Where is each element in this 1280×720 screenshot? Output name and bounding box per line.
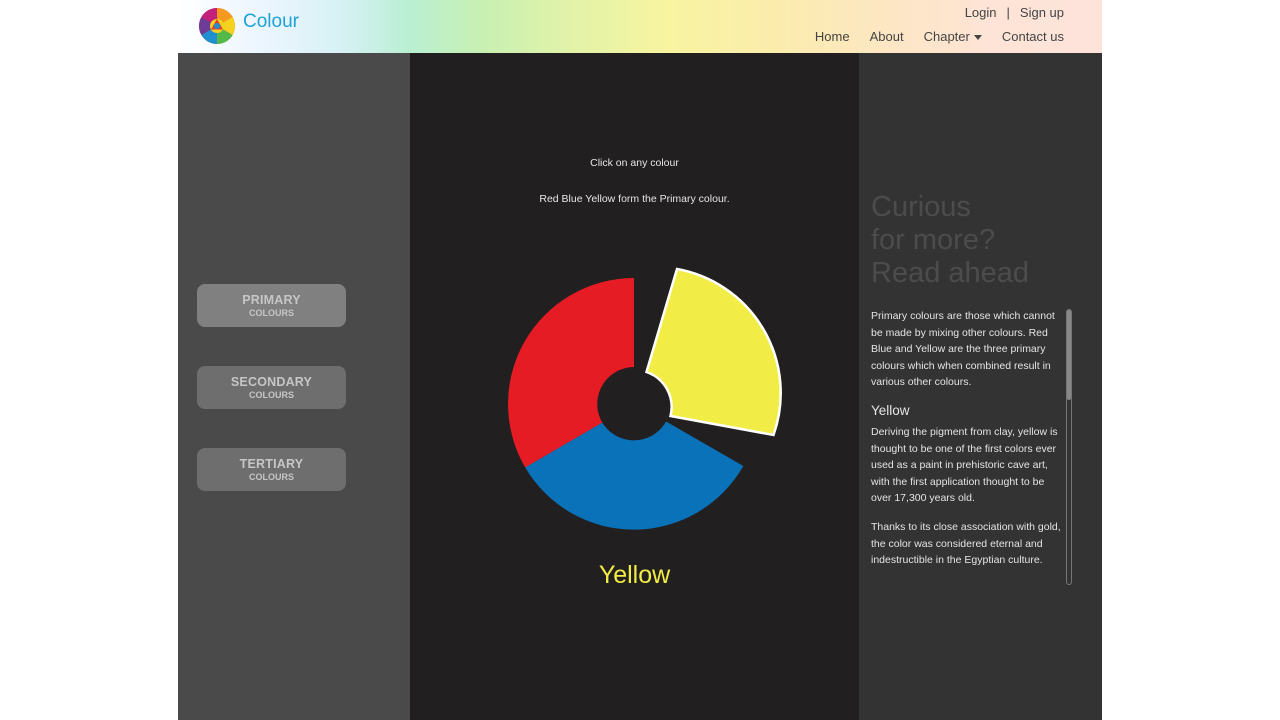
colour-wheel-logo-icon[interactable] <box>198 7 236 45</box>
selected-colour-name: Yellow <box>598 561 671 589</box>
nav-contact-link[interactable]: Contact us <box>1002 29 1064 44</box>
colour-stage: Click on any colour Red Blue Yellow form… <box>410 53 859 720</box>
brand-name[interactable]: Colour <box>243 11 299 33</box>
info-scrollbar[interactable] <box>1066 309 1072 585</box>
button-subtitle: COLOURS <box>249 471 294 482</box>
signup-link[interactable]: Sign up <box>1020 5 1064 20</box>
info-scroll-area[interactable]: Primary colours are those which cannot b… <box>871 308 1061 586</box>
top-header: Colour Login | Sign up Home About Chapte… <box>178 0 1102 53</box>
nav-chapter-dropdown[interactable]: Chapter <box>924 29 982 44</box>
primary-colours-button[interactable]: PRIMARY COLOURS <box>197 284 346 327</box>
main-nav: Home About Chapter Contact us <box>815 29 1064 44</box>
scrollbar-thumb[interactable] <box>1067 310 1071 400</box>
app-window: Colour Login | Sign up Home About Chapte… <box>178 0 1102 720</box>
auth-separator: | <box>1006 5 1010 20</box>
nav-home-link[interactable]: Home <box>815 29 850 44</box>
secondary-colours-button[interactable]: SECONDARY COLOURS <box>197 366 346 409</box>
curious-heading-line: for more? <box>871 224 996 256</box>
info-panel: Curious for more? Read ahead Primary col… <box>859 53 1102 720</box>
info-paragraph: Deriving the pigment from clay, yellow i… <box>871 425 1058 505</box>
category-sidebar: PRIMARY COLOURS SECONDARY COLOURS TERTIA… <box>178 53 410 720</box>
auth-links: Login | Sign up <box>965 5 1064 20</box>
primary-colour-wheel <box>508 267 782 530</box>
button-title: TERTIARY <box>239 456 304 471</box>
button-title: PRIMARY <box>242 292 301 307</box>
nav-chapter-label: Chapter <box>923 29 970 44</box>
button-title: SECONDARY <box>230 374 313 389</box>
curious-heading-line: Curious <box>871 191 971 223</box>
caret-down-icon <box>973 35 982 41</box>
button-subtitle: COLOURS <box>249 389 294 400</box>
intro-paragraph: Primary colours are those which cannot b… <box>871 310 1055 389</box>
login-link[interactable]: Login <box>965 5 997 20</box>
button-subtitle: COLOURS <box>249 307 294 318</box>
yellow-segment[interactable] <box>644 267 782 437</box>
info-paragraph: Thanks to its close association with gol… <box>871 520 1061 567</box>
curious-heading: Curious for more? Read ahead <box>871 191 1029 290</box>
colour-subheading: Yellow <box>871 402 910 418</box>
curious-heading-line: Read ahead <box>871 257 1030 289</box>
nav-about-link[interactable]: About <box>870 29 904 44</box>
tertiary-colours-button[interactable]: TERTIARY COLOURS <box>197 448 346 491</box>
